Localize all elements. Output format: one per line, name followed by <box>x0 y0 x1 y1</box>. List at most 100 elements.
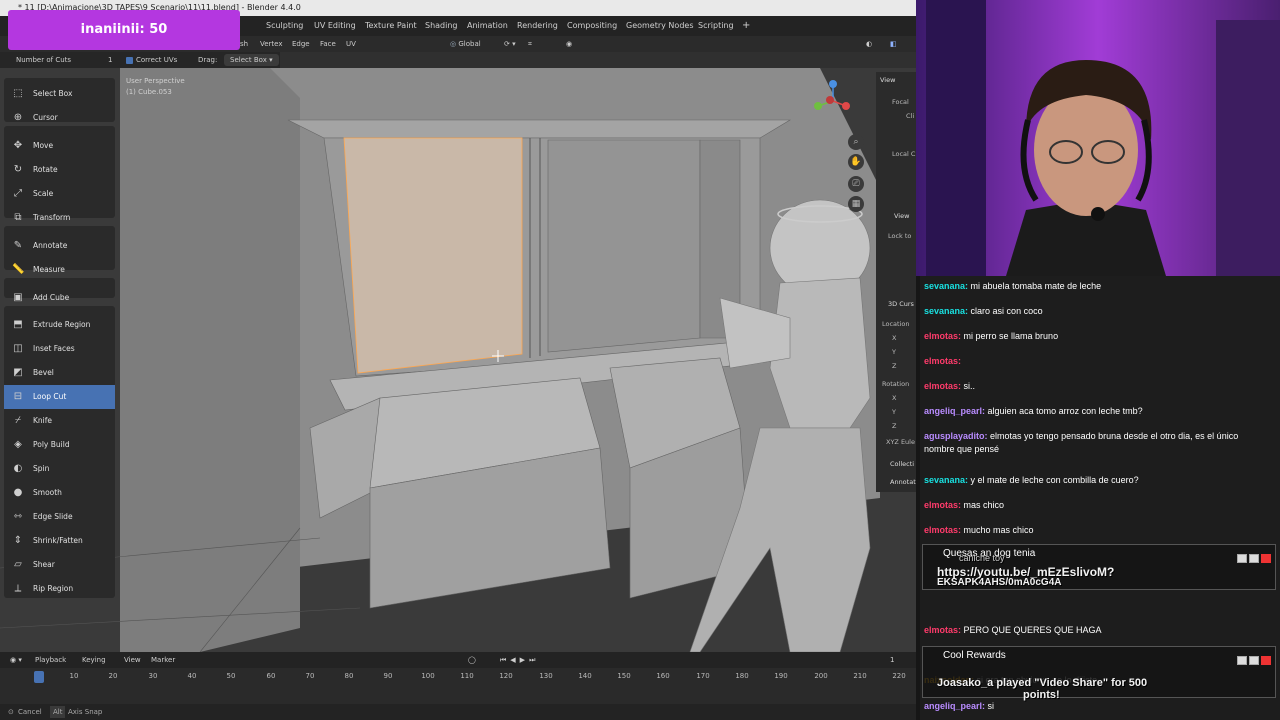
tool-rip-region[interactable]: ⟂ Rip Region <box>4 577 115 601</box>
chat-username[interactable]: elmotas: <box>924 331 961 341</box>
tab-animation[interactable]: Animation <box>467 16 508 36</box>
view-section[interactable]: View <box>880 76 895 84</box>
tool-move[interactable]: ✥ Move <box>4 134 115 158</box>
tab-compositing[interactable]: Compositing <box>567 16 617 36</box>
cuts-value[interactable]: 1 <box>108 52 112 68</box>
chat-username[interactable]: elmotas: <box>924 525 961 535</box>
view-lock-section[interactable]: View <box>894 212 909 220</box>
chat-username[interactable]: sevanana: <box>924 306 968 316</box>
chat-username[interactable]: elmotas: <box>924 625 961 635</box>
mesh-menu[interactable]: sh <box>240 36 248 52</box>
proportional-edit-icon[interactable]: ◉ <box>566 36 572 52</box>
3d-viewport[interactable] <box>0 68 916 652</box>
tool-extrude-region[interactable]: ⬒ Extrude Region <box>4 313 115 337</box>
zoom-icon[interactable]: ⌕ <box>848 134 864 150</box>
playback-menu[interactable]: Playback <box>35 652 66 668</box>
tool-select-box[interactable]: ⬚ Select Box <box>4 82 115 106</box>
face-menu[interactable]: Face <box>320 36 336 52</box>
tool-measure[interactable]: 📏 Measure <box>4 258 115 282</box>
tool-transform[interactable]: ⧉ Transform <box>4 206 115 230</box>
edge-menu[interactable]: Edge <box>292 36 310 52</box>
xray-icon[interactable]: ◧ <box>890 36 897 52</box>
chat-username[interactable]: sevanana: <box>924 475 968 485</box>
chat-username[interactable]: elmotas: <box>924 500 961 510</box>
chat-username[interactable]: elmotas: <box>924 356 961 366</box>
rotation-mode-dropdown[interactable]: XYZ Eule <box>886 438 915 446</box>
correct-uvs-label: Correct UVs <box>136 56 178 64</box>
tool-scale[interactable]: ⤢ Scale <box>4 182 115 206</box>
record-icon[interactable]: ◯ <box>468 652 476 668</box>
chat-username[interactable]: elmotas: <box>924 381 961 391</box>
tool-annotate[interactable]: ✎ Annotate <box>4 234 115 258</box>
tab-uv-editing[interactable]: UV Editing <box>314 16 356 36</box>
current-frame-field[interactable]: 1 <box>890 652 894 668</box>
playhead[interactable] <box>34 671 44 683</box>
cuts-label: Number of Cuts <box>16 56 72 64</box>
maximize-icon[interactable] <box>1249 554 1259 563</box>
maximize-icon[interactable] <box>1249 656 1259 665</box>
editor-type-icon[interactable]: ◉ ▾ <box>10 652 22 668</box>
alt-key-hint: Alt <box>50 706 66 718</box>
correct-uvs-checkbox[interactable]: Correct UVs <box>126 52 177 68</box>
camera-icon[interactable]: ⎚ <box>848 176 864 192</box>
tool-shrink-fatten[interactable]: ⇕ Shrink/Fatten <box>4 529 115 553</box>
grid-icon[interactable]: ▦ <box>848 196 864 212</box>
tool-add-cube[interactable]: ▣ Add Cube <box>4 286 115 310</box>
pan-hand-icon[interactable]: ✋ <box>848 154 864 170</box>
minimize-icon[interactable] <box>1237 554 1247 563</box>
chat-username[interactable]: agusplayadito: <box>924 431 988 441</box>
popup-2-controls[interactable] <box>1235 650 1271 665</box>
select-box-icon: ⬚ <box>13 88 23 99</box>
transform-orientation-dropdown[interactable]: ◎ Global <box>450 36 481 52</box>
scale-icon: ⤢ <box>14 188 22 199</box>
tool-rotate[interactable]: ↻ Rotate <box>4 158 115 182</box>
cancel-hint: Cancel <box>18 708 42 716</box>
axis-snap-hint: Axis Snap <box>68 708 103 716</box>
playback-controls[interactable]: ⏮◀▶⏭ <box>500 652 539 668</box>
tool-loop-cut[interactable]: ⊟ Loop Cut <box>4 385 115 409</box>
collection-section[interactable]: Collecti <box>890 460 914 468</box>
tab-shading[interactable]: Shading <box>425 16 458 36</box>
chat-popup-2: Cool Rewards Joasako_a played "Video Sha… <box>922 646 1276 701</box>
chat-text: PERO QUE QUERES QUE HAGA <box>963 625 1102 635</box>
chat-text: claro asi con coco <box>970 306 1043 316</box>
rot-x-label: X <box>892 394 897 402</box>
3d-cursor-section[interactable]: 3D Curs <box>888 300 914 308</box>
tab-texture-paint[interactable]: Texture Paint <box>365 16 417 36</box>
annotation-section[interactable]: Annotat <box>890 478 916 486</box>
view-menu[interactable]: View <box>124 652 141 668</box>
vertex-menu[interactable]: Vertex <box>260 36 283 52</box>
tab-geometry-nodes[interactable]: Geometry Nodes <box>626 16 693 36</box>
tab-scripting[interactable]: Scripting <box>698 16 734 36</box>
tool-smooth[interactable]: ● Smooth <box>4 481 115 505</box>
tool-bevel[interactable]: ◩ Bevel <box>4 361 115 385</box>
popup-1-controls[interactable] <box>1235 548 1271 563</box>
close-icon[interactable] <box>1261 656 1271 665</box>
tool-label: Cursor <box>33 113 58 122</box>
viewport-info: User Perspective (1) Cube.053 <box>126 76 185 98</box>
overlay-icon[interactable]: ◐ <box>866 36 872 52</box>
add-workspace-button[interactable]: + <box>742 16 750 36</box>
navigation-gizmo[interactable] <box>808 76 858 126</box>
marker-menu[interactable]: Marker <box>151 652 175 668</box>
minimize-icon[interactable] <box>1237 656 1247 665</box>
chat-username[interactable]: angeliq_pearl: <box>924 701 985 711</box>
tool-poly-build[interactable]: ◈ Poly Build <box>4 433 115 457</box>
tool-shear[interactable]: ▱ Shear <box>4 553 115 577</box>
chat-username[interactable]: sevanana: <box>924 281 968 291</box>
tool-inset-faces[interactable]: ◫ Inset Faces <box>4 337 115 361</box>
tool-spin[interactable]: ◐ Spin <box>4 457 115 481</box>
tool-cursor[interactable]: ⊕ Cursor <box>4 106 115 130</box>
tool-knife[interactable]: ⌿ Knife <box>4 409 115 433</box>
close-icon[interactable] <box>1261 554 1271 563</box>
tool-edge-slide[interactable]: ⇿ Edge Slide <box>4 505 115 529</box>
drag-dropdown[interactable]: Select Box ▾ <box>224 54 279 66</box>
uv-menu[interactable]: UV <box>346 36 356 52</box>
tab-sculpting[interactable]: Sculpting <box>266 16 303 36</box>
pivot-icon[interactable]: ⟳ ▾ <box>504 36 516 52</box>
tab-rendering[interactable]: Rendering <box>517 16 558 36</box>
snap-icon[interactable]: ⌗ <box>528 36 532 52</box>
timeline-tick: 90 <box>383 672 393 680</box>
chat-username[interactable]: angeliq_pearl: <box>924 406 985 416</box>
keying-menu[interactable]: Keying <box>82 652 106 668</box>
